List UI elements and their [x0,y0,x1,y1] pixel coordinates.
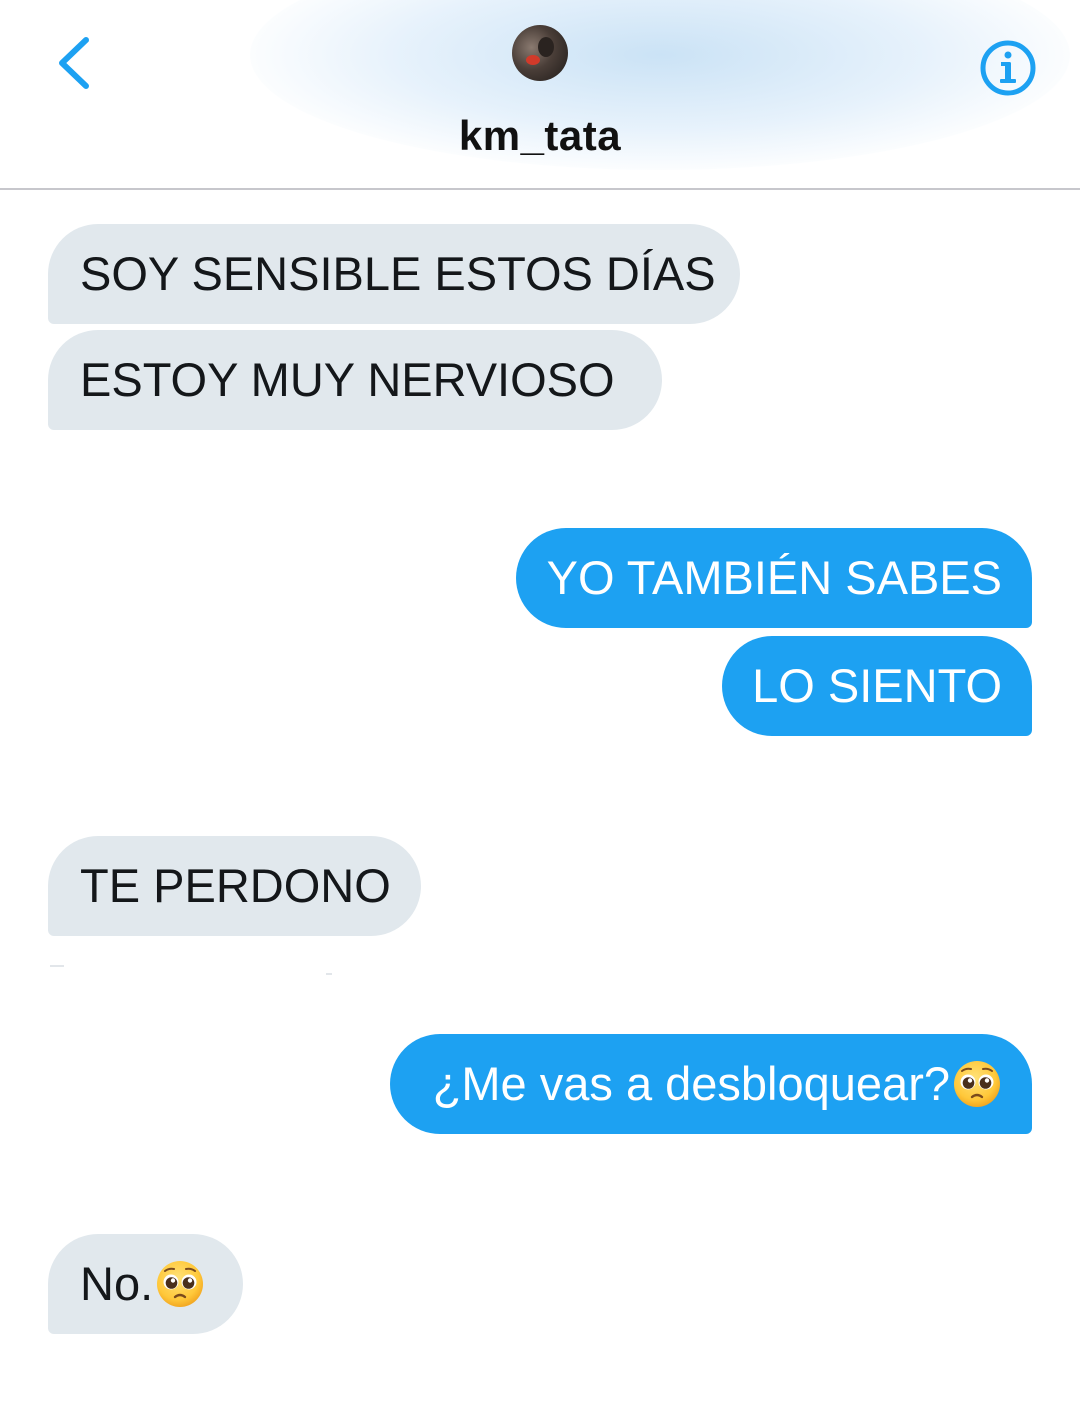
received-message[interactable]: SOY SENSIBLE ESTOS DÍAS [48,224,740,324]
received-message[interactable]: TE PERDONO [48,836,421,936]
pleading-face-emoji-icon [954,1061,1000,1107]
sent-message[interactable]: LO SIENTO [722,636,1032,736]
message-text: No. [80,1257,154,1310]
message-text: ESTOY MUY NERVIOSO [80,353,615,406]
message-text: LO SIENTO [752,659,1002,712]
info-circle-icon [980,40,1036,96]
message-text: SOY SENSIBLE ESTOS DÍAS [80,247,716,300]
chevron-left-icon [59,37,89,89]
conversation-header: km_tata [0,0,1080,190]
message-text: TE PERDONO [80,859,391,912]
divider-artifact [326,973,332,975]
message-text: ¿Me vas a desbloquear? [432,1057,950,1110]
sent-message[interactable]: ¿Me vas a desbloquear? [390,1034,1032,1134]
received-message[interactable]: ESTOY MUY NERVIOSO [48,330,662,430]
back-button[interactable] [48,30,104,96]
divider-artifact [50,965,64,967]
pleading-face-emoji-icon [157,1261,204,1307]
info-button[interactable] [978,38,1038,98]
message-text: YO TAMBIÉN SABES [546,551,1002,604]
avatar[interactable] [512,25,568,81]
contact-name[interactable]: km_tata [0,112,1080,160]
sent-message[interactable]: YO TAMBIÉN SABES [516,528,1032,628]
received-message[interactable]: No. [48,1234,243,1334]
